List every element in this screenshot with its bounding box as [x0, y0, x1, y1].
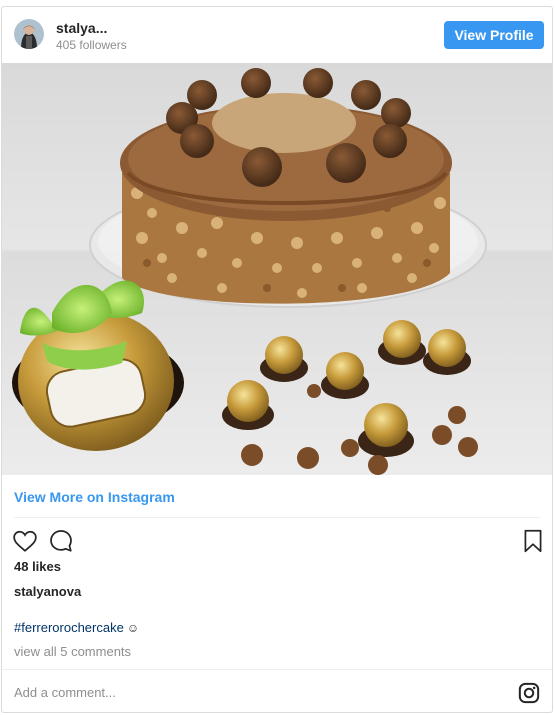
heart-icon[interactable] — [12, 528, 38, 554]
comment-icon[interactable] — [48, 528, 74, 554]
post-header: stalya... 405 followers View Profile — [2, 7, 552, 63]
bookmark-icon[interactable] — [520, 528, 546, 554]
comment-divider — [2, 669, 552, 670]
like-count[interactable]: 48 likes — [14, 559, 61, 574]
caption-hashtag: #ferrerorochercake ☺ — [14, 620, 139, 635]
follower-count: 405 followers — [56, 38, 127, 52]
divider — [14, 517, 540, 518]
smile-emoji: ☺ — [126, 621, 140, 635]
view-more-link[interactable]: View More on Instagram — [14, 489, 175, 505]
caption-username[interactable]: stalyanova — [14, 584, 81, 599]
add-comment-input[interactable]: Add a comment... — [14, 685, 116, 700]
instagram-embed-card: stalya... 405 followers View Profile Vie… — [1, 6, 553, 713]
avatar[interactable] — [14, 19, 44, 49]
hashtag-link[interactable]: #ferrerorochercake — [14, 620, 124, 635]
post-image[interactable] — [2, 63, 552, 475]
username[interactable]: stalya... — [56, 20, 107, 36]
instagram-icon[interactable] — [518, 682, 540, 704]
view-profile-button[interactable]: View Profile — [444, 21, 544, 49]
view-comments-link[interactable]: view all 5 comments — [14, 644, 131, 659]
